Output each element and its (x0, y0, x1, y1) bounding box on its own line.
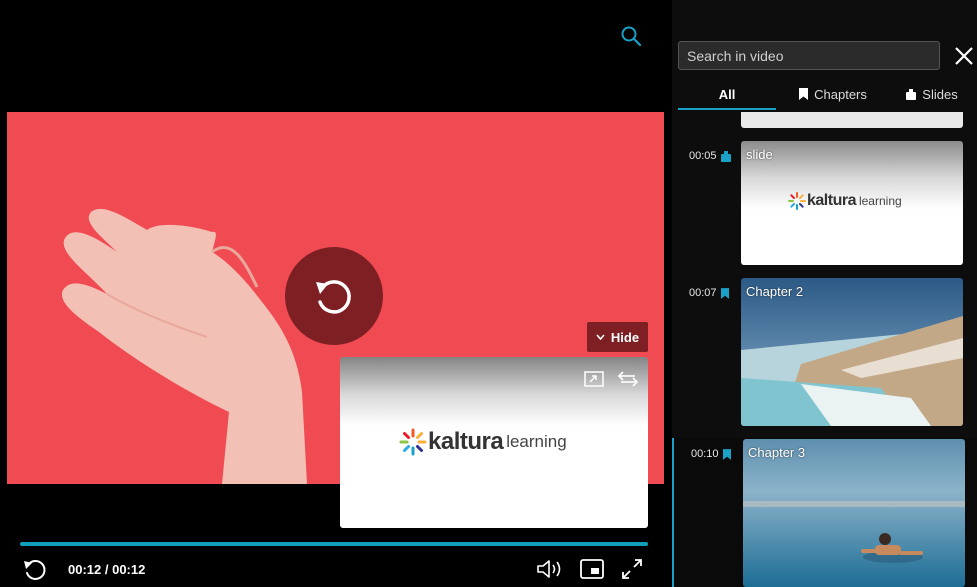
tab-chapters[interactable]: Chapters (788, 80, 878, 108)
tab-label: Slides (922, 86, 958, 102)
current-time: 00:12 (68, 562, 102, 577)
hide-label: Hide (610, 329, 640, 345)
logo-word: kaltura (428, 428, 504, 455)
picture-in-picture-icon[interactable] (580, 559, 604, 579)
dead-sea-shore-image (741, 278, 963, 426)
swap-icon[interactable] (617, 370, 639, 388)
item-time: 00:05 (689, 150, 731, 162)
tab-all[interactable]: All (678, 80, 776, 110)
chapter-thumbnail[interactable]: Chapter 3 (743, 439, 965, 587)
item-title: Chapter 3 (748, 445, 806, 460)
bookmark-icon (720, 287, 729, 299)
logo-word: kaltura (807, 192, 856, 209)
item-time: 00:10 (691, 448, 731, 460)
slide-pip-window[interactable]: kaltura learning (340, 357, 648, 528)
bookmark-icon (799, 88, 809, 100)
time-label: 00:05 (689, 150, 717, 162)
time-display: 00:12 / 00:12 (68, 562, 146, 577)
list-item[interactable]: 00:07 Chapter 2 (672, 277, 977, 427)
time-label: 00:10 (691, 448, 719, 460)
kaltura-logo: kaltura learning (398, 427, 567, 457)
tab-slides[interactable]: Slides (890, 80, 974, 108)
kaltura-burst-icon (399, 428, 427, 456)
close-icon[interactable] (953, 45, 975, 67)
volume-icon[interactable] (536, 558, 564, 580)
item-title: slide (746, 147, 773, 162)
replay-button[interactable] (285, 247, 383, 345)
list-item[interactable]: 00:10 Chapter 3 (672, 438, 977, 587)
slide-icon (720, 150, 731, 162)
duration: 00:12 (112, 562, 146, 577)
floating-swimmer-image (743, 439, 965, 587)
kaltura-logo: kaltura learning (787, 191, 902, 211)
list-item[interactable]: 00:05 slide kaltura learning (672, 140, 977, 266)
item-title: Chapter 2 (746, 284, 804, 299)
panel-tabs: All Chapters Slides (678, 80, 977, 110)
chevron-down-icon (596, 334, 605, 340)
progress-bar[interactable] (20, 542, 648, 546)
slide-icon (906, 88, 917, 100)
video-player: Hide kaltura learning 00:12 / 00:12 (0, 0, 672, 587)
hide-button[interactable]: Hide (587, 322, 648, 352)
replay-icon (316, 280, 351, 314)
fullscreen-icon[interactable] (620, 557, 644, 581)
tab-label: All (718, 86, 736, 102)
expand-icon[interactable] (584, 371, 604, 387)
partial-thumbnail (741, 112, 963, 128)
replay-icon[interactable] (22, 558, 48, 582)
time-label: 00:07 (689, 287, 717, 299)
search-input[interactable] (678, 41, 940, 70)
slide-thumbnail[interactable]: slide kaltura learning (741, 141, 963, 265)
item-time: 00:07 (689, 287, 729, 299)
navigation-panel: All Chapters Slides 00:05 slide (672, 0, 977, 587)
logo-sub: learning (506, 432, 567, 451)
tab-label: Chapters (814, 86, 867, 102)
chapter-thumbnail[interactable]: Chapter 2 (741, 278, 963, 426)
kaltura-burst-icon (788, 192, 806, 210)
bookmark-icon (722, 448, 731, 460)
item-list[interactable]: 00:05 slide kaltura learning 00:07 Chapt… (672, 112, 977, 587)
search-icon[interactable] (620, 25, 642, 47)
logo-sub: learning (858, 194, 902, 208)
